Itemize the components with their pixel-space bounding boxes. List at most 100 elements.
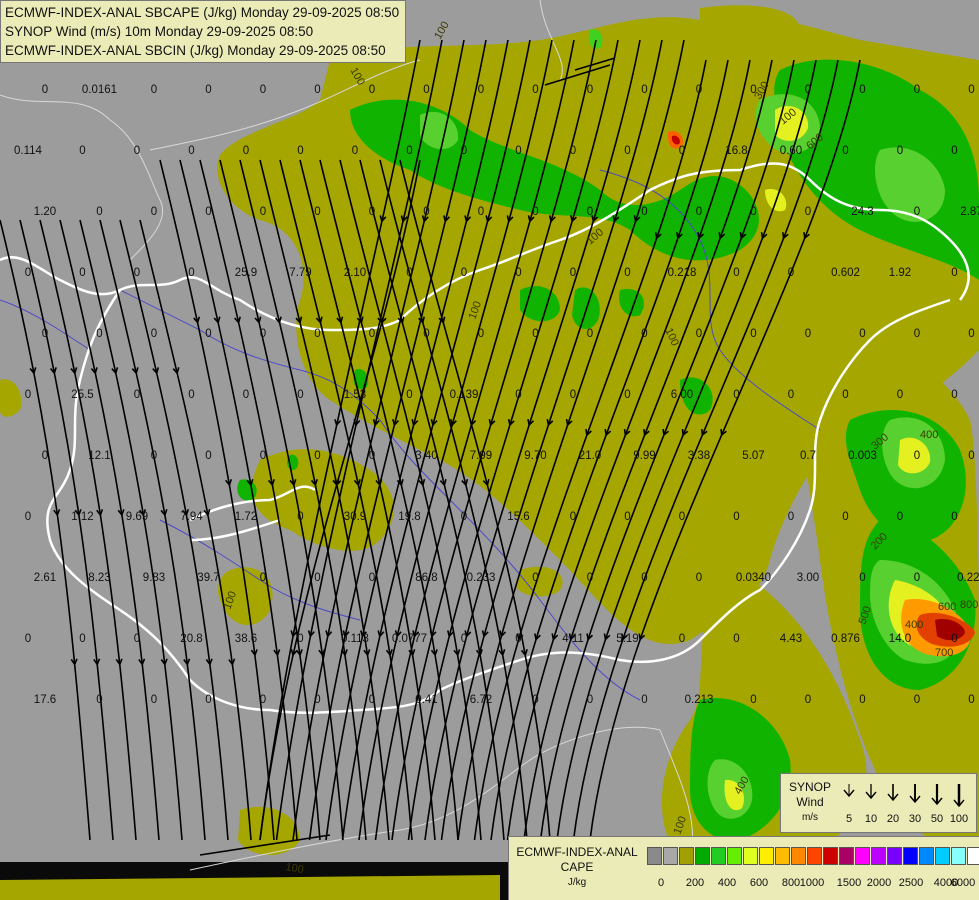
cape-legend-title-line1: ECMWF-INDEX-ANAL	[516, 845, 638, 859]
cin-value: 0	[587, 572, 593, 584]
cin-value: 6.00	[671, 389, 693, 401]
cin-value: 0	[478, 84, 484, 96]
cin-value: 0	[641, 206, 647, 218]
cin-value: 0	[733, 511, 739, 523]
cape-legend-swatches	[647, 847, 979, 865]
cin-value: 0	[859, 84, 865, 96]
cin-value: 0	[750, 328, 756, 340]
cin-value: 0	[570, 267, 576, 279]
cape-legend: ECMWF-INDEX-ANAL CAPE J/kg 0 200 400 600 800…	[508, 836, 979, 900]
cin-value: 0	[968, 450, 974, 462]
cin-value: 0	[151, 450, 157, 462]
cin-value: 0	[570, 389, 576, 401]
cin-value: 0	[314, 328, 320, 340]
cin-value: 0	[134, 145, 140, 157]
cape-legend-tick: 0	[657, 877, 665, 889]
cin-value: 8.23	[88, 572, 110, 584]
cin-value: 0.224	[957, 572, 979, 584]
cin-value: 3.40	[415, 450, 437, 462]
cin-value: 0	[696, 328, 702, 340]
title-cin: ECMWF-INDEX-ANAL SBCIN (J/kg) Monday 29-…	[5, 43, 386, 58]
synop-legend-title: SYNOP Wind m/s	[785, 780, 835, 825]
cin-value: 0	[96, 694, 102, 706]
cape-legend-swatch	[743, 847, 758, 865]
synop-legend-value: 10	[864, 813, 878, 825]
cin-value: 0	[260, 694, 266, 706]
cape-legend-swatch	[823, 847, 838, 865]
cin-value: 0	[951, 633, 957, 645]
cin-value: 0	[859, 572, 865, 584]
cin-value: 0.003	[848, 450, 877, 462]
cin-value: 0	[205, 84, 211, 96]
cin-value: 0	[423, 328, 429, 340]
cin-value: 0	[134, 633, 140, 645]
cin-value: 0	[188, 267, 194, 279]
cin-value: 0.41	[415, 694, 437, 706]
cin-value: 0	[369, 572, 375, 584]
cin-value: 0	[859, 328, 865, 340]
cin-contour-label: 400	[920, 429, 938, 441]
cin-value: 2.87	[960, 206, 979, 218]
cin-value: 0	[79, 633, 85, 645]
cape-legend-swatch	[775, 847, 790, 865]
cin-value: 0	[515, 145, 521, 157]
cin-value: 21.0	[579, 450, 601, 462]
cin-value: 0	[842, 145, 848, 157]
cape-legend-swatch	[695, 847, 710, 865]
cin-value: 0	[641, 572, 647, 584]
cin-value: 0	[624, 511, 630, 523]
cin-value: 0	[951, 267, 957, 279]
cin-value: 0	[532, 206, 538, 218]
cin-value: 0	[406, 389, 412, 401]
cin-value: 1.20	[34, 206, 56, 218]
cin-value: 0	[968, 328, 974, 340]
cin-value: 0	[805, 328, 811, 340]
cape-legend-swatch	[791, 847, 806, 865]
map-canvas: 100100100100100100100100200300 4004004005…	[0, 0, 979, 900]
cin-value: 0	[750, 206, 756, 218]
cin-value: 0.213	[685, 694, 714, 706]
synop-legend-arrow-icon	[949, 782, 969, 810]
cin-value: 0	[805, 84, 811, 96]
cin-value: 0	[369, 328, 375, 340]
cin-value: 0	[750, 84, 756, 96]
cin-value: 12.1	[88, 450, 110, 462]
title-synop-wind: SYNOP Wind (m/s) 10m Monday 29-09-2025 0…	[5, 24, 314, 39]
cin-value: 0	[260, 328, 266, 340]
cin-value: 0	[151, 328, 157, 340]
cape-legend-swatch	[919, 847, 934, 865]
cin-value: 9.99	[633, 450, 655, 462]
cin-value: 0	[515, 267, 521, 279]
cin-value: 3.38	[688, 450, 710, 462]
cin-value: 0	[314, 206, 320, 218]
cin-value: 0	[260, 206, 266, 218]
cin-value: 0	[461, 145, 467, 157]
synop-legend-arrow-icon	[905, 782, 925, 810]
title-cape: ECMWF-INDEX-ANAL SBCAPE (J/kg) Monday 29…	[5, 5, 400, 20]
synop-legend-value: 20	[886, 813, 900, 825]
cin-value: 0	[297, 389, 303, 401]
cin-value: 0	[79, 145, 85, 157]
cin-value: 0	[461, 633, 467, 645]
cin-value: 0	[243, 389, 249, 401]
cin-value: 0	[641, 84, 647, 96]
cape-legend-swatch	[663, 847, 678, 865]
cin-value: 0	[951, 511, 957, 523]
cin-value: 9.83	[143, 572, 165, 584]
cin-value: 0	[788, 389, 794, 401]
cin-value: 0	[297, 145, 303, 157]
cin-value: 0	[641, 328, 647, 340]
cape-legend-tick: 6000	[950, 877, 976, 889]
cin-value: 0	[696, 206, 702, 218]
cin-value: 0	[151, 694, 157, 706]
cin-value: 0	[406, 267, 412, 279]
cin-value: 0	[570, 511, 576, 523]
cin-value: 0	[532, 694, 538, 706]
cin-value: 0	[968, 694, 974, 706]
cin-value: 1.12	[71, 511, 93, 523]
map-title-box: ECMWF-INDEX-ANAL SBCAPE (J/kg) Monday 29…	[0, 0, 407, 63]
cin-value: 0	[314, 84, 320, 96]
cin-contour-label: 800	[960, 599, 978, 611]
synop-legend-value: 30	[908, 813, 922, 825]
cin-value: 16.8	[725, 145, 747, 157]
